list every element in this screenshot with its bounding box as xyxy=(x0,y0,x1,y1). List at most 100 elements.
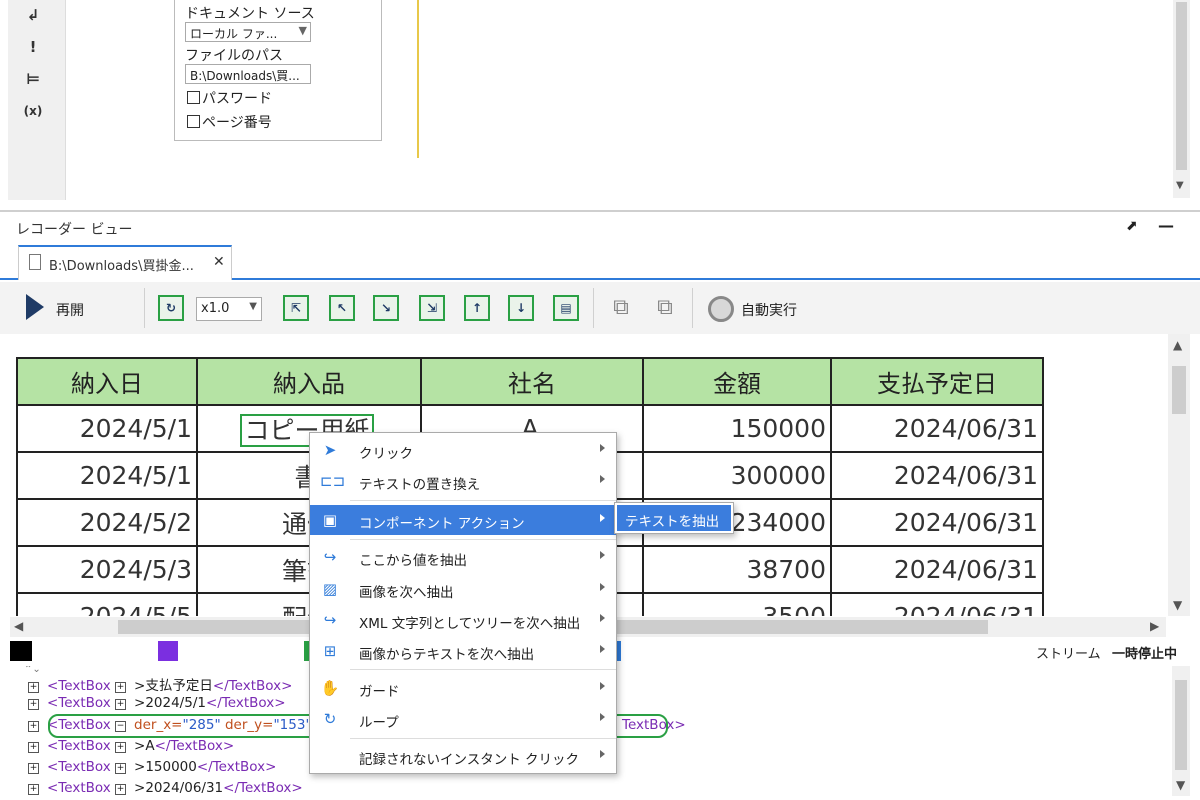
chevron-left-icon[interactable]: ◀ xyxy=(14,619,23,633)
restore-icon[interactable]: ⬈ xyxy=(1126,218,1138,234)
menu-separator xyxy=(350,500,616,501)
column-header[interactable]: 納入日 xyxy=(16,357,198,406)
tree-row[interactable]: + <TextBox + >150000</TextBox> xyxy=(28,759,276,780)
auto-run-icon[interactable] xyxy=(708,296,734,322)
menu-item-label: テキストの置き換え xyxy=(359,477,481,493)
table-cell[interactable]: 38700 xyxy=(642,545,832,594)
menu-item-label: XML 文字列としてツリーを次へ抽出 xyxy=(359,616,581,632)
table-cell[interactable]: 2024/5/1 xyxy=(16,404,198,453)
refresh-button[interactable]: ↻ xyxy=(158,295,184,321)
column-header[interactable]: 支払予定日 xyxy=(830,357,1044,406)
expand-icon[interactable]: + xyxy=(28,763,39,774)
menu-item-guard[interactable]: ✋ ガード xyxy=(310,673,616,703)
table-cell[interactable]: 2024/5/1 xyxy=(16,451,198,500)
expand-icon[interactable]: + xyxy=(115,682,127,693)
stream-label: ストリーム xyxy=(1036,647,1101,662)
top-scrollbar[interactable]: ▼ xyxy=(1173,0,1190,198)
password-checkbox[interactable]: パスワード xyxy=(187,88,272,108)
chevron-down-icon[interactable]: ▼ xyxy=(1176,180,1184,191)
move-down-right-button[interactable]: ↘ xyxy=(373,295,399,321)
chevron-right-icon[interactable]: ▶ xyxy=(1150,619,1159,633)
close-icon[interactable]: ✕ xyxy=(213,254,225,270)
expand-icon[interactable]: + xyxy=(115,699,127,710)
submenu-item-extract-text[interactable]: テキストを抽出 xyxy=(617,505,731,531)
tree-row[interactable]: + <TextBox + >支払予定日</TextBox> xyxy=(28,674,292,695)
menu-item-extract-value[interactable]: ↪ ここから値を抽出 xyxy=(310,542,616,572)
resume-button-label[interactable]: 再開 xyxy=(56,300,84,320)
submenu-arrow-icon xyxy=(600,750,605,758)
toolbar-separator xyxy=(593,288,594,328)
chevron-down-icon[interactable]: ▼ xyxy=(1173,598,1182,612)
tree-row[interactable]: + <TextBox + >2024/06/31</TextBox> xyxy=(28,780,303,796)
menu-item-replace-text[interactable]: ⊏⊐ テキストの置き換え xyxy=(310,466,616,496)
tree-row[interactable]: + <TextBox + >2024/5/1</TextBox> xyxy=(28,695,286,716)
scroll-thumb[interactable] xyxy=(1175,680,1187,770)
expand-icon[interactable]: + xyxy=(28,742,39,753)
context-menu: ➤ クリック ⊏⊐ テキストの置き換え ▣ コンポーネント アクション ↪ ここ… xyxy=(309,432,617,774)
table-cell[interactable]: 2024/5/2 xyxy=(16,498,198,547)
column-header[interactable]: 納入品 xyxy=(196,357,422,406)
table-cell[interactable]: 300000 xyxy=(642,451,832,500)
move-top-left-button[interactable]: ⇱ xyxy=(283,295,309,321)
expand-icon[interactable]: + xyxy=(28,784,39,795)
menu-item-extract-image[interactable]: ▨ 画像を次へ抽出 xyxy=(310,574,616,604)
chevron-up-icon[interactable]: ▲ xyxy=(1173,338,1182,352)
capture-button[interactable]: ⧉ xyxy=(606,294,636,324)
table-cell[interactable]: 2024/5/3 xyxy=(16,545,198,594)
table-cell[interactable]: 2024/06/31 xyxy=(830,451,1044,500)
table-cell[interactable]: 2024/06/31 xyxy=(830,592,1044,616)
doc-source-select[interactable]: ローカル ファ... ▼ xyxy=(185,22,311,42)
checkbox-icon xyxy=(187,115,200,128)
menu-item-instant-click[interactable]: 記録されないインスタント クリック xyxy=(310,741,616,771)
table-cell[interactable]: 2024/5/5 xyxy=(16,592,198,616)
table-cell[interactable]: 150000 xyxy=(642,404,832,453)
menu-item-extract-image-text[interactable]: ⊞ 画像からテキストを次へ抽出 xyxy=(310,636,616,666)
menu-item-extract-xml[interactable]: ↪ XML 文字列としてツリーを次へ抽出 xyxy=(310,605,616,635)
tree-scrollbar[interactable]: ▼ xyxy=(1172,666,1190,796)
vertical-scrollbar[interactable]: ▲ ▼ xyxy=(1168,334,1190,616)
speed-select[interactable]: x1.0 ▼ xyxy=(196,297,262,321)
column-header[interactable]: 社名 xyxy=(420,357,644,406)
table-cell[interactable]: 2024/06/31 xyxy=(830,498,1044,547)
menu-item-loop[interactable]: ↻ ループ xyxy=(310,704,616,734)
chevron-down-icon[interactable]: ▼ xyxy=(1176,778,1185,792)
file-path-field[interactable]: B:\Downloads\買... xyxy=(185,64,311,84)
return-icon[interactable]: ↲ xyxy=(22,4,44,26)
alert-icon[interactable]: ! xyxy=(22,36,44,58)
xml-tag: <TextBox xyxy=(47,678,111,694)
table-cell[interactable]: 3500 xyxy=(642,592,832,616)
move-bottom-right-button[interactable]: ⇲ xyxy=(419,295,445,321)
move-up-button[interactable]: ↑ xyxy=(464,295,490,321)
play-icon[interactable] xyxy=(26,294,44,320)
expand-icon[interactable]: + xyxy=(115,763,127,774)
move-down-button[interactable]: ↓ xyxy=(508,295,534,321)
variable-icon[interactable]: (x) xyxy=(22,100,44,122)
auto-run-label[interactable]: 自動実行 xyxy=(741,300,797,320)
scroll-thumb[interactable] xyxy=(1176,2,1187,170)
table-cell[interactable]: 2024/06/31 xyxy=(830,404,1044,453)
page-button[interactable]: ▤ xyxy=(553,295,579,321)
xml-tag: <TextBox xyxy=(47,738,111,754)
expand-icon[interactable]: + xyxy=(28,682,39,693)
menu-item-component-action[interactable]: ▣ コンポーネント アクション xyxy=(310,505,616,535)
cursor-arrow-icon: ➤ xyxy=(323,441,337,459)
table-cell[interactable]: 2024/06/31 xyxy=(830,545,1044,594)
page-number-label: ページ番号 xyxy=(202,115,272,131)
tree-row[interactable]: + <TextBox + >A</TextBox> xyxy=(28,738,234,759)
scroll-thumb[interactable] xyxy=(1172,366,1186,414)
expand-icon[interactable]: + xyxy=(115,742,127,753)
page-number-checkbox[interactable]: ページ番号 xyxy=(187,112,272,132)
minimize-icon[interactable]: — xyxy=(1158,216,1174,235)
tree-icon[interactable]: ⊨ xyxy=(22,68,44,90)
move-up-left-button[interactable]: ↖ xyxy=(329,295,355,321)
xml-tag: </TextBox> xyxy=(205,695,286,711)
menu-separator xyxy=(350,539,616,540)
capture-next-button[interactable]: ⧉ xyxy=(650,294,680,324)
column-header[interactable]: 金額 xyxy=(642,357,832,406)
expand-icon[interactable]: + xyxy=(28,721,39,732)
xml-tag: <TextBox xyxy=(47,695,111,711)
expand-icon[interactable]: + xyxy=(115,784,127,795)
tab-document[interactable]: B:\Downloads\買掛金... ✕ xyxy=(18,245,232,280)
menu-item-click[interactable]: ➤ クリック xyxy=(310,435,616,465)
expand-icon[interactable]: + xyxy=(28,699,39,710)
